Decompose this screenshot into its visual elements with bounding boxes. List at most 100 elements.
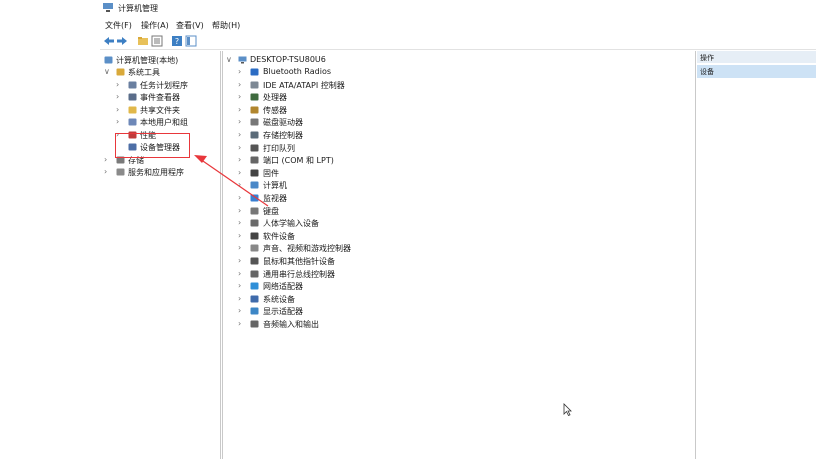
device-category[interactable]: › 处理器: [238, 91, 538, 103]
device-category-label: 声音、视频和游戏控制器: [263, 244, 351, 254]
chevron-right-icon[interactable]: ›: [238, 116, 246, 128]
chevron-right-icon[interactable]: ›: [238, 66, 246, 78]
device-category-label: 软件设备: [263, 231, 295, 241]
device-category[interactable]: › 声音、视频和游戏控制器: [238, 242, 538, 254]
console-tree-item[interactable]: › 共享文件夹: [0, 104, 220, 116]
device-category[interactable]: › 端口 (COM 和 LPT): [238, 154, 538, 166]
device-category-label: 音频输入和输出: [263, 320, 319, 329]
computer-icon: [238, 56, 247, 64]
ide-controller-icon: [250, 81, 259, 89]
console-tree-item[interactable]: › 本地用户和组: [0, 116, 220, 128]
device-category-label: 人体学输入设备: [263, 219, 319, 229]
services-icon: [116, 168, 125, 176]
chevron-right-icon[interactable]: ›: [104, 154, 112, 166]
hid-icon: [250, 219, 259, 227]
chevron-right-icon[interactable]: ›: [238, 268, 246, 280]
device-category[interactable]: › 显示适配器: [238, 305, 538, 317]
device-category[interactable]: › 固件: [238, 167, 538, 179]
chevron-right-icon[interactable]: ›: [238, 293, 246, 305]
device-category[interactable]: › 软件设备: [238, 230, 538, 242]
action-pane: 操作 设备: [697, 51, 816, 459]
svg-text:?: ?: [175, 37, 179, 46]
computer-management-icon: [103, 3, 113, 12]
device-category-label: 处理器: [263, 93, 287, 103]
chevron-right-icon[interactable]: ›: [238, 242, 246, 254]
device-category[interactable]: › 传感器: [238, 104, 538, 116]
network-adapter-icon: [250, 282, 259, 290]
chevron-down-icon[interactable]: ∨: [104, 66, 112, 78]
chevron-right-icon[interactable]: ›: [238, 79, 246, 91]
console-tree-item[interactable]: › 任务计划程序: [0, 79, 220, 91]
device-category[interactable]: › 监视器: [238, 192, 538, 204]
disk-drive-icon: [250, 118, 259, 126]
chevron-right-icon[interactable]: ›: [104, 166, 112, 178]
annotation-arrow: [194, 155, 269, 207]
usb-icon: [250, 270, 259, 278]
console-tree-item-label: 任务计划程序: [140, 81, 188, 90]
toolbar: ?: [100, 33, 816, 48]
console-tree-item-label: 服务和应用程序: [128, 168, 184, 177]
back-arrow-icon[interactable]: [102, 34, 116, 48]
help-icon[interactable]: ?: [170, 34, 184, 48]
chevron-right-icon[interactable]: ›: [238, 318, 246, 330]
chevron-right-icon[interactable]: ›: [238, 104, 246, 116]
console-tree-item[interactable]: › 事件查看器: [0, 91, 220, 103]
menu-view[interactable]: 查看(V): [176, 20, 204, 31]
console-tree-item[interactable]: 计算机管理(本地): [0, 54, 220, 66]
device-category[interactable]: › 人体学输入设备: [238, 217, 538, 229]
software-device-icon: [250, 232, 259, 240]
chevron-right-icon[interactable]: ›: [116, 116, 124, 128]
properties-icon[interactable]: [150, 34, 164, 48]
system-device-icon: [250, 295, 259, 303]
device-category[interactable]: › 音频输入和输出: [238, 318, 538, 330]
menu-file[interactable]: 文件(F): [105, 20, 132, 31]
device-category[interactable]: › 网络适配器: [238, 280, 538, 292]
device-tree-root[interactable]: ∨ DESKTOP-TSU80U6: [226, 54, 526, 66]
chevron-right-icon[interactable]: ›: [238, 230, 246, 242]
menu-bar: 文件(F) 操作(A) 查看(V) 帮助(H): [0, 17, 816, 32]
chevron-right-icon[interactable]: ›: [116, 91, 124, 103]
chevron-right-icon[interactable]: ›: [116, 79, 124, 91]
device-category[interactable]: › 系统设备: [238, 293, 538, 305]
device-category-label: Bluetooth Radios: [263, 67, 332, 76]
mouse-icon: [250, 257, 259, 265]
chevron-right-icon[interactable]: ›: [238, 305, 246, 317]
menu-action[interactable]: 操作(A): [141, 20, 169, 31]
mouse-cursor-icon: [563, 403, 572, 416]
annotation-highlight-box: [115, 133, 190, 158]
forward-arrow-icon[interactable]: [115, 34, 129, 48]
device-tree-root-label: DESKTOP-TSU80U6: [250, 55, 326, 64]
action-selected[interactable]: 设备: [697, 65, 816, 78]
chevron-right-icon[interactable]: ›: [238, 255, 246, 267]
display-adapter-icon: [250, 307, 259, 315]
device-category-label: 显示适配器: [263, 307, 303, 317]
device-category-label: 网络适配器: [263, 282, 303, 292]
device-category[interactable]: › 打印队列: [238, 142, 538, 154]
device-category[interactable]: › 存储控制器: [238, 129, 538, 141]
console-tree-item[interactable]: ∨ 系统工具: [0, 66, 220, 78]
device-category[interactable]: › IDE ATA/ATAPI 控制器: [238, 79, 538, 91]
chevron-right-icon[interactable]: ›: [238, 217, 246, 229]
console-tree-item-label: 系统工具: [128, 68, 160, 77]
tools-icon: [116, 68, 125, 76]
event-viewer-icon: [128, 93, 137, 101]
device-category[interactable]: › Bluetooth Radios: [238, 66, 538, 78]
chevron-down-icon[interactable]: ∨: [226, 54, 234, 66]
up-folder-icon[interactable]: [136, 34, 150, 48]
device-category[interactable]: › 通用串行总线控制器: [238, 268, 538, 280]
show-hide-icon[interactable]: [184, 34, 198, 48]
device-category[interactable]: › 鼠标和其他指针设备: [238, 255, 538, 267]
title-bar: 计算机管理: [0, 0, 816, 16]
device-category-label: IDE ATA/ATAPI 控制器: [263, 80, 345, 90]
console-tree-item-label: 本地用户和组: [140, 118, 188, 127]
menu-help[interactable]: 帮助(H): [212, 20, 240, 31]
console-tree-item[interactable]: › 服务和应用程序: [0, 166, 220, 178]
sensor-icon: [250, 106, 259, 114]
chevron-right-icon[interactable]: ›: [238, 280, 246, 292]
chevron-right-icon[interactable]: ›: [238, 91, 246, 103]
action-selected-label: 设备: [700, 68, 714, 76]
device-category[interactable]: › 计算机: [238, 179, 538, 191]
device-category[interactable]: › 磁盘驱动器: [238, 116, 538, 128]
chevron-right-icon[interactable]: ›: [116, 104, 124, 116]
device-category[interactable]: › 键盘: [238, 205, 538, 217]
